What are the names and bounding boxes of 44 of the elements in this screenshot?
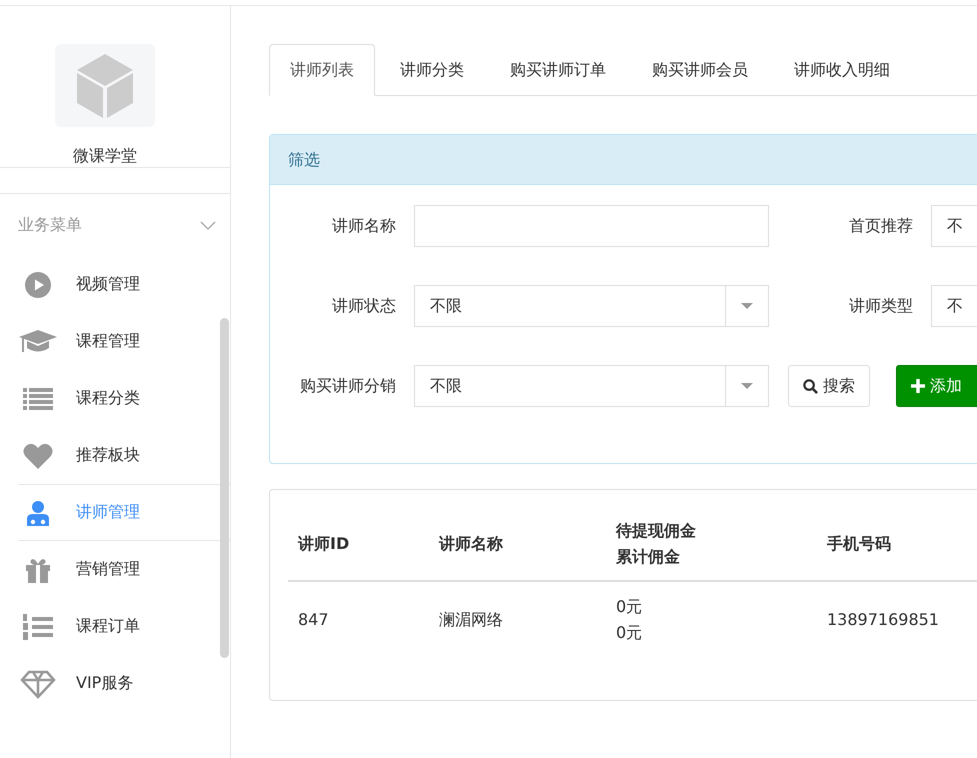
column-header: 手机号码 — [827, 533, 891, 555]
table-cell-text: 847 — [298, 609, 329, 631]
search-button[interactable]: 搜索 — [788, 365, 870, 407]
column-header: 讲师ID — [298, 533, 350, 555]
tab[interactable]: 购买讲师会员 — [631, 44, 769, 96]
dropdown[interactable]: 不 — [931, 285, 977, 327]
dropdown[interactable]: 不限 — [414, 365, 769, 407]
panel-heading: 筛选 — [270, 135, 977, 185]
plus-icon — [911, 379, 925, 393]
table-cell-text: 0元 — [616, 622, 642, 644]
text-field[interactable] — [414, 205, 769, 247]
sidebar-item[interactable]: 视频管理 — [18, 256, 230, 313]
table-cell-text: 0元 — [616, 596, 642, 618]
dropdown[interactable]: 不 — [931, 205, 977, 247]
diamond-icon — [18, 670, 58, 698]
sidebar-item[interactable]: 推荐板块 — [18, 427, 230, 484]
brand-name: 微课学堂 — [73, 146, 137, 167]
field-label: 购买讲师分销 — [299, 376, 396, 396]
cube-icon — [77, 54, 133, 118]
field-label: 讲师状态 — [331, 296, 396, 316]
sidebar-item[interactable]: 课程分类 — [18, 370, 230, 427]
scrollbar[interactable] — [220, 318, 229, 658]
sidebar-item[interactable]: VIP服务 — [18, 655, 230, 712]
tab[interactable]: 讲师列表 — [269, 44, 375, 96]
search-icon — [803, 378, 818, 394]
column-header: 讲师名称 — [439, 533, 503, 555]
sidebar-item[interactable]: 课程订单 — [18, 598, 230, 655]
caret-icon — [741, 383, 753, 389]
section-title: 业务菜单 — [18, 214, 82, 236]
table-cell-text: 13897169851 — [827, 609, 939, 631]
sidebar-item[interactable]: 课程管理 — [18, 313, 230, 370]
column-header: 待提现佣金 — [616, 520, 696, 542]
tab[interactable]: 讲师分类 — [379, 44, 485, 96]
field-label: 讲师名称 — [331, 216, 396, 236]
add-button[interactable]: 添加 — [896, 365, 977, 407]
field-label: 首页推荐 — [848, 216, 913, 236]
tab[interactable]: 购买讲师订单 — [489, 44, 627, 96]
field-label: 讲师类型 — [848, 296, 913, 316]
tab[interactable]: 讲师收入明细 — [773, 44, 911, 96]
column-header: 累计佣金 — [616, 546, 680, 568]
sidebar-item[interactable]: 营销管理 — [18, 541, 230, 598]
caret-icon — [741, 303, 753, 309]
dropdown[interactable]: 不限 — [414, 285, 769, 327]
table-cell-text: 澜湄网络 — [439, 609, 503, 631]
